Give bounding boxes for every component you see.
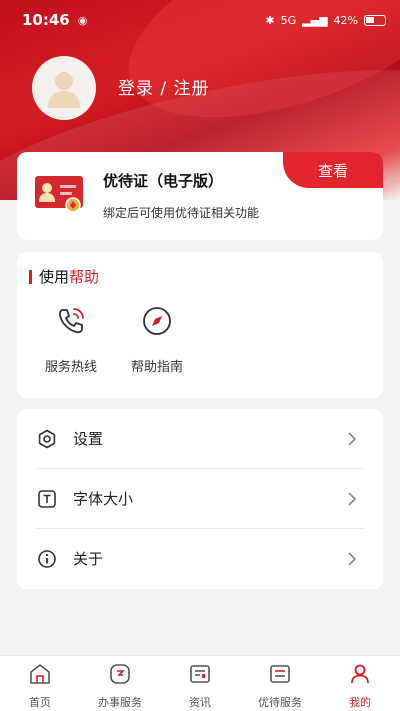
list-item-label: 关于 [73, 550, 104, 568]
font-size-icon [38, 489, 56, 508]
profile-icon [351, 664, 369, 684]
nav-label: 办事服务 [98, 696, 142, 709]
nav-item-home[interactable]: 首页 [0, 656, 80, 711]
help-item-label: 服务热线 [44, 360, 97, 375]
list-item-label: 设置 [73, 430, 104, 448]
benefit-icon [270, 665, 290, 683]
bluetooth-icon: ✱ [265, 13, 275, 27]
list-item-settings[interactable]: 设置 [17, 409, 383, 468]
service-icon [110, 664, 130, 684]
help-section-title: 使用 帮助 [29, 266, 99, 287]
phone-icon [58, 308, 84, 334]
section-accent-bar [29, 269, 32, 284]
home-icon [30, 664, 50, 684]
status-bar: 10:46 ◉ ✱ 5G ▂▄▆ 42% [0, 0, 400, 40]
view-button[interactable]: 查看 [283, 152, 383, 188]
help-item-guide[interactable]: 帮助指南 [117, 304, 197, 375]
chevron-right-icon [348, 491, 357, 506]
certificate-title: 优待证（电子版） [103, 172, 224, 190]
certificate-icon [35, 176, 83, 212]
settings-list-card: 设置 字体大小 关于 [17, 409, 383, 589]
certificate-card[interactable]: 优待证（电子版） 绑定后可使用优待证相关功能 查看 [17, 152, 383, 240]
gear-icon [38, 429, 56, 448]
nav-item-services[interactable]: 办事服务 [80, 656, 160, 711]
info-icon [38, 549, 56, 568]
certificate-description: 绑定后可使用优待证相关功能 [103, 206, 260, 220]
login-register-link[interactable]: 登录 / 注册 [118, 74, 210, 99]
user-silhouette-icon [48, 72, 80, 108]
network-text: 5G [280, 13, 297, 27]
help-title-accent: 帮助 [69, 268, 100, 286]
list-item-about[interactable]: 关于 [17, 529, 383, 588]
news-icon [190, 665, 210, 683]
battery-text: 42% [333, 13, 358, 27]
nav-item-news[interactable]: 资讯 [160, 656, 240, 711]
avatar[interactable] [32, 56, 96, 120]
signal-icon: ▂▄▆ [302, 13, 328, 27]
status-right: ✱ 5G ▂▄▆ 42% [265, 14, 386, 27]
nav-label: 我的 [349, 696, 371, 709]
chevron-right-icon [348, 551, 357, 566]
help-title-prefix: 使用 [39, 268, 70, 286]
status-time: 10:46 [22, 11, 70, 29]
battery-icon [364, 14, 386, 26]
chevron-right-icon [348, 431, 357, 446]
nav-label: 首页 [29, 696, 51, 709]
nav-item-benefits[interactable]: 优待服务 [240, 656, 320, 711]
list-item-label: 字体大小 [73, 490, 134, 508]
list-item-font-size[interactable]: 字体大小 [17, 469, 383, 528]
nav-label: 资讯 [189, 696, 211, 709]
help-item-hotline[interactable]: 服务热线 [31, 304, 111, 375]
nav-label: 优待服务 [258, 696, 302, 709]
help-card: 使用 帮助 服务热线 帮助指南 [17, 252, 383, 398]
bottom-nav: 首页 办事服务 资讯 优待服务 我的 [0, 655, 400, 711]
help-item-label: 帮助指南 [130, 360, 183, 375]
compass-icon [143, 307, 171, 335]
nav-item-mine[interactable]: 我的 [320, 656, 400, 711]
nfc-icon: ◉ [77, 13, 88, 27]
